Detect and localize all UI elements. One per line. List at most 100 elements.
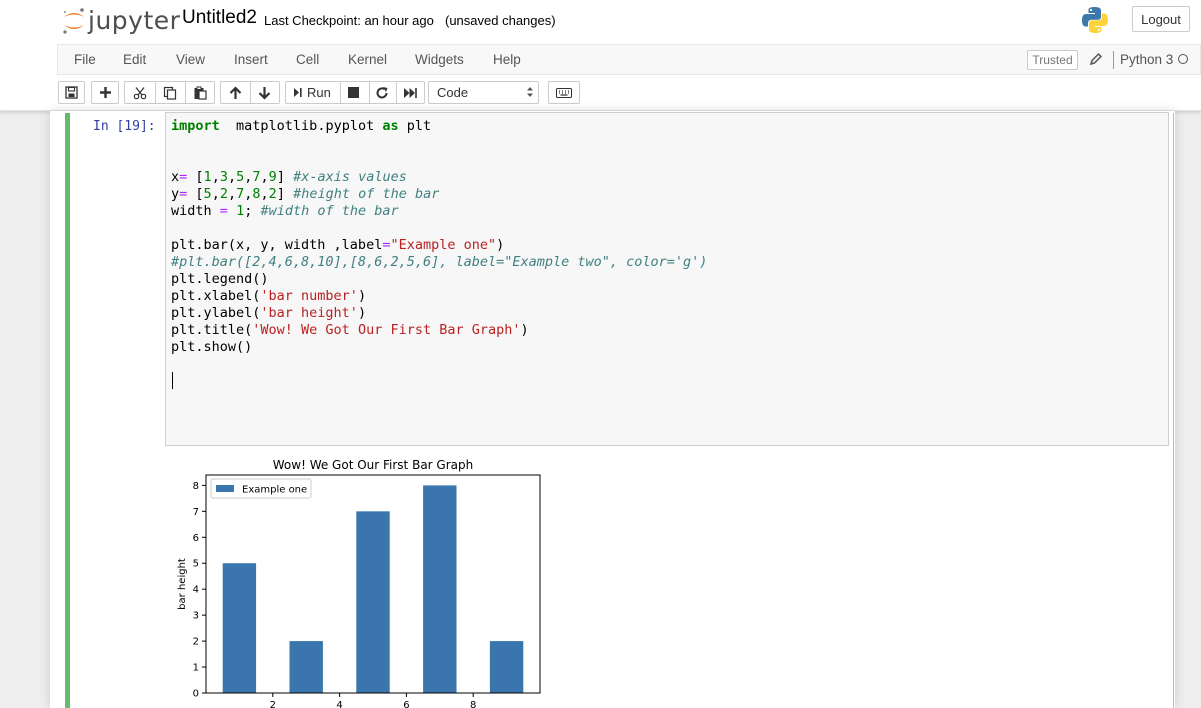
code-token: matplotlib.pyplot [219, 118, 383, 134]
unsaved-status: (unsaved changes) [445, 13, 556, 28]
menu-help[interactable]: Help [493, 52, 521, 67]
menu-widgets[interactable]: Widgets [415, 52, 464, 67]
run-icon [294, 88, 302, 97]
y-axis-label: bar height [177, 558, 188, 610]
checkpoint-status: Last Checkpoint: an hour ago [264, 13, 434, 28]
code-line: plt.bar(x, y, width ,label="Example one"… [171, 237, 504, 254]
paste-icon[interactable] [193, 86, 207, 100]
x-tick-label: 4 [336, 700, 342, 708]
move-down-icon[interactable] [258, 86, 271, 100]
code-token: 'bar number' [260, 288, 358, 304]
input-prompt: In [19]: [93, 119, 156, 134]
code-token: 5 [203, 186, 212, 202]
code-token: 'Wow! We Got Our First Bar Graph' [252, 322, 521, 338]
code-editor[interactable] [165, 112, 1169, 446]
copy-icon[interactable] [163, 86, 177, 100]
kernel-name[interactable]: Python 3 [1120, 52, 1173, 67]
code-token: ; [244, 203, 261, 219]
save-icon [65, 86, 78, 99]
chart-bar [489, 641, 524, 693]
logo-text: jupyter [88, 6, 181, 35]
trusted-badge[interactable]: Trusted [1027, 50, 1078, 70]
menubar: File Edit View Insert Cell Kernel Widget… [57, 44, 1201, 75]
code-line: import matplotlib.pyplot as plt [171, 118, 431, 135]
code-token: plt [398, 118, 432, 134]
code-token: ) [520, 322, 529, 338]
text-cursor [172, 372, 173, 389]
code-token: [ [187, 169, 204, 185]
code-token: import [171, 118, 220, 134]
code-token: y [171, 186, 180, 202]
toolbar-divider [340, 82, 341, 103]
code-token: #height of the bar [293, 186, 440, 202]
cell-border-right [1173, 113, 1174, 708]
code-token: ) [357, 288, 367, 304]
code-token: 2 [268, 186, 277, 202]
kernel-idle-indicator-icon [1178, 54, 1188, 64]
code-line: plt.legend() [171, 271, 269, 288]
menu-edit[interactable]: Edit [123, 52, 146, 67]
jupyter-logo[interactable]: jupyter [61, 5, 180, 37]
logout-button[interactable]: Logout [1132, 6, 1190, 32]
y-tick-label: 2 [193, 637, 199, 648]
legend-swatch [216, 485, 234, 492]
add-cell-button[interactable] [91, 81, 119, 104]
code-token: 2 [219, 186, 228, 202]
run-label: Run [307, 85, 331, 100]
code-line: plt.xlabel('bar number') [171, 288, 366, 305]
clipboard-button-group [124, 81, 215, 104]
python-logo-icon [1082, 7, 1108, 33]
code-token: "Example one" [390, 237, 497, 253]
fast-forward-icon[interactable] [403, 87, 418, 99]
code-token: plt.xlabel( [171, 288, 261, 304]
chart-bar [423, 485, 457, 693]
menu-insert[interactable]: Insert [234, 52, 268, 67]
code-token: #width of the bar [260, 203, 399, 219]
toolbar-divider [155, 82, 156, 103]
code-line: y= [5,2,7,8,2] #height of the bar [171, 186, 439, 203]
code-token: plt.legend() [171, 271, 269, 287]
run-button[interactable]: Run [286, 82, 340, 103]
code-token: , [227, 186, 237, 202]
menu-file[interactable]: File [74, 52, 96, 67]
code-line: #plt.bar([2,4,6,8,10],[8,6,2,5,6], label… [171, 254, 707, 271]
code-line: x= [1,3,5,7,9] #x-axis values [171, 169, 407, 186]
move-up-icon[interactable] [229, 86, 242, 100]
stop-icon[interactable] [348, 87, 359, 98]
cell-type-select[interactable]: Code [428, 81, 539, 104]
cut-icon[interactable] [133, 86, 147, 100]
code-token: 1 [203, 169, 212, 185]
menu-view[interactable]: View [176, 52, 205, 67]
y-tick-label: 8 [193, 481, 199, 492]
code-token: #plt.bar([2,4,6,8,10],[8,6,2,5,6], label… [171, 254, 708, 270]
save-button[interactable] [58, 81, 85, 104]
menu-cell[interactable]: Cell [296, 52, 319, 67]
toolbar-divider [250, 82, 251, 103]
x-tick-label: 2 [270, 700, 276, 708]
code-token: plt.show() [171, 339, 253, 355]
jupyter-logo-icon [63, 8, 84, 34]
code-token: , [211, 186, 220, 202]
restart-icon[interactable] [375, 86, 389, 100]
bar-chart: 0 1 2 3 4 5 6 7 8 2 4 6 8 Wow! We Got Our First Bar G… [177, 458, 541, 708]
menu-kernel[interactable]: Kernel [348, 52, 387, 67]
code-line: width = 1; #width of the bar [171, 203, 399, 220]
notebook-name[interactable]: Untitled2 [182, 7, 257, 29]
code-token: = [219, 203, 228, 219]
run-button-group: Run [285, 81, 425, 104]
code-token: [ [187, 186, 204, 202]
legend-label: Example one [242, 485, 307, 496]
code-token: ] [276, 186, 294, 202]
code-token: , [260, 186, 269, 202]
toolbar-divider [185, 82, 186, 103]
chart-title: Wow! We Got Our First Bar Graph [273, 458, 473, 472]
code-token: 9 [268, 169, 277, 185]
code-token: 1 [236, 203, 245, 219]
code-token: , [227, 169, 237, 185]
command-palette-button[interactable] [548, 81, 580, 104]
code-token: plt.bar(x, y, width ,label [171, 237, 383, 253]
code-line: plt.title('Wow! We Got Our First Bar Gra… [171, 322, 529, 339]
code-token: x [171, 169, 180, 185]
pencil-icon[interactable] [1089, 52, 1103, 66]
